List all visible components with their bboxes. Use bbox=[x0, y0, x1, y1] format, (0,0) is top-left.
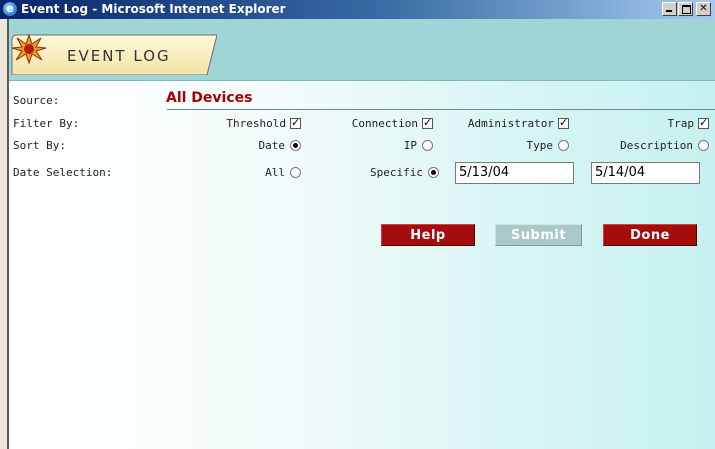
threshold-checkbox[interactable] bbox=[290, 116, 301, 129]
source-row: Source: All Devices bbox=[9, 90, 715, 111]
specific-radio[interactable] bbox=[428, 167, 439, 178]
date-radio[interactable] bbox=[290, 140, 301, 151]
type-radio[interactable] bbox=[558, 140, 569, 151]
date-all[interactable]: All bbox=[265, 166, 301, 179]
date-specific[interactable]: Specific bbox=[370, 166, 439, 179]
source-underline bbox=[167, 109, 715, 110]
submit-button[interactable]: Submit bbox=[495, 224, 582, 246]
sort-date-label: Date bbox=[258, 139, 286, 152]
filter-administrator-label: Administrator bbox=[467, 117, 554, 130]
sort-label: Sort By: bbox=[13, 139, 66, 152]
sort-ip[interactable]: IP bbox=[404, 139, 433, 152]
help-button[interactable]: Help bbox=[381, 224, 475, 246]
connection-checkbox[interactable] bbox=[422, 116, 433, 129]
from-date-input[interactable]: 5/13/04 bbox=[455, 162, 574, 184]
date-specific-label: Specific bbox=[370, 166, 423, 179]
browser-window: e Event Log - Microsoft Internet Explore… bbox=[0, 0, 715, 449]
filter-label: Filter By: bbox=[13, 117, 80, 130]
minimize-icon[interactable] bbox=[662, 2, 677, 16]
filter-row: Filter By: Threshold Connection Administ… bbox=[9, 114, 715, 134]
filter-trap[interactable]: Trap bbox=[667, 116, 709, 130]
sort-description[interactable]: Description bbox=[620, 139, 709, 152]
date-selection-label: Date Selection: bbox=[13, 166, 113, 179]
filter-threshold-label: Threshold bbox=[226, 117, 286, 130]
trap-checkbox[interactable] bbox=[698, 116, 709, 129]
to-date-input[interactable]: 5/14/04 bbox=[591, 162, 700, 184]
tab-event-log[interactable]: EVENT LOG bbox=[11, 34, 217, 75]
all-radio[interactable] bbox=[290, 167, 301, 178]
page-content: EVENT LOG Source: All Devices Filter By:… bbox=[7, 19, 715, 449]
date-all-label: All bbox=[265, 166, 285, 179]
sort-type[interactable]: Type bbox=[526, 139, 569, 152]
source-value: All Devices bbox=[166, 90, 253, 106]
sort-type-label: Type bbox=[526, 139, 554, 152]
ip-radio[interactable] bbox=[422, 140, 433, 151]
sort-date[interactable]: Date bbox=[258, 139, 301, 152]
title-bar[interactable]: e Event Log - Microsoft Internet Explore… bbox=[0, 0, 715, 19]
administrator-checkbox[interactable] bbox=[558, 116, 569, 129]
header-band: EVENT LOG bbox=[9, 19, 715, 81]
source-label: Source: bbox=[13, 94, 60, 107]
tab-label: EVENT LOG bbox=[67, 47, 171, 65]
sort-ip-label: IP bbox=[403, 139, 417, 152]
ie-icon: e bbox=[3, 2, 17, 16]
window-title: Event Log - Microsoft Internet Explorer bbox=[21, 2, 286, 16]
done-button[interactable]: Done bbox=[603, 224, 697, 246]
filter-connection-label: Connection bbox=[351, 117, 418, 130]
sort-row: Sort By: Date IP Type Description bbox=[9, 136, 715, 156]
sort-description-label: Description bbox=[620, 139, 693, 152]
filter-trap-label: Trap bbox=[667, 117, 695, 130]
caption-buttons: ✕ bbox=[661, 2, 711, 17]
starburst-icon bbox=[11, 34, 47, 64]
filter-threshold[interactable]: Threshold bbox=[226, 116, 301, 130]
close-icon[interactable]: ✕ bbox=[696, 2, 711, 16]
filter-administrator[interactable]: Administrator bbox=[467, 116, 569, 130]
maximize-icon[interactable] bbox=[678, 2, 693, 16]
description-radio[interactable] bbox=[698, 140, 709, 151]
filter-connection[interactable]: Connection bbox=[351, 116, 433, 130]
